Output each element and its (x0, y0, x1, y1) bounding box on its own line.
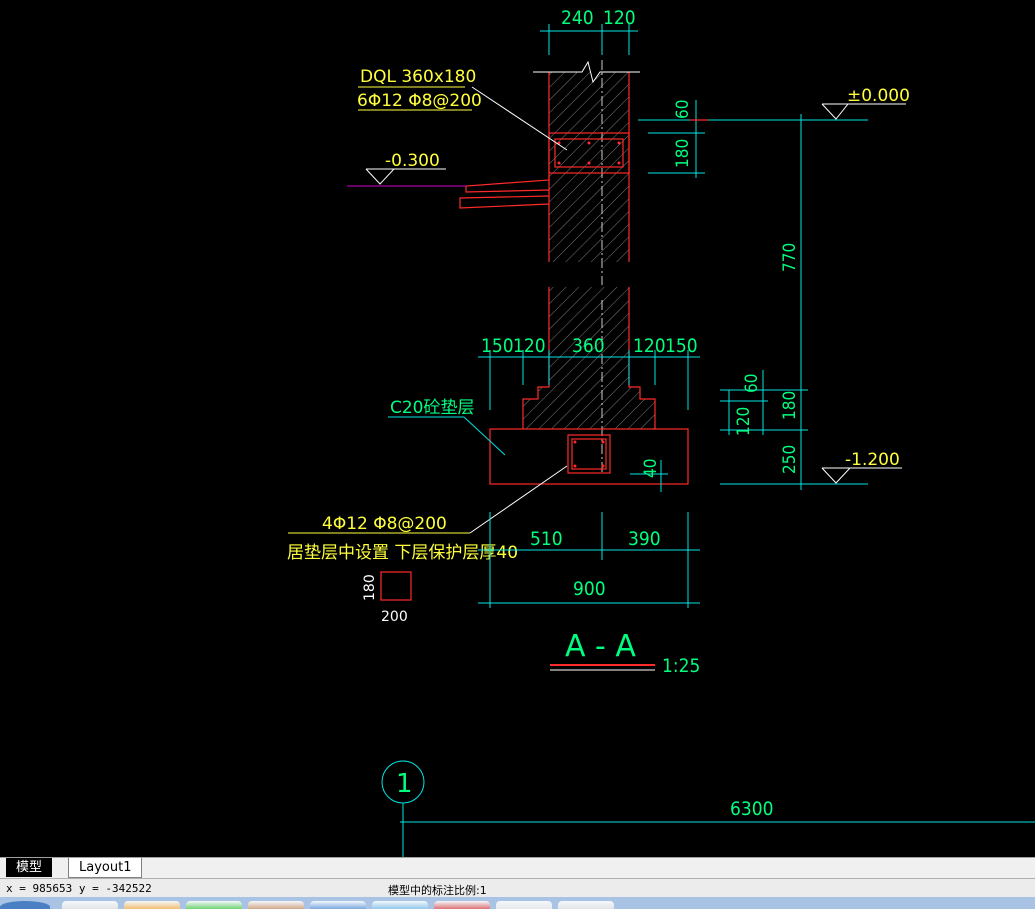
taskbar-button[interactable] (186, 901, 242, 909)
taskbar-button[interactable] (496, 901, 552, 909)
start-button[interactable] (0, 901, 50, 909)
section-scale: 1:25 (662, 655, 700, 677)
section-title-text: A - A (565, 629, 636, 664)
section-title: A - A 1:25 (550, 629, 700, 677)
dim-120a: 120 (513, 335, 546, 357)
taskbar-button[interactable] (62, 901, 118, 909)
dim-60b: 60 (742, 374, 762, 393)
elev-bottom: -1.200 (845, 450, 900, 470)
small-200: 200 (381, 609, 408, 625)
dim-770: 770 (780, 243, 800, 272)
footing-rebar-annotation: 4Φ12 Φ8@200 居垫层中设置 下层保护层厚40 (287, 465, 568, 563)
taskbar-button[interactable] (310, 901, 366, 909)
dim-900: 900 (573, 578, 606, 600)
coordinate-readout: x = 985653 y = -342522 (6, 882, 152, 895)
dim-150b: 150 (665, 335, 698, 357)
beam-label: DQL 360x180 (360, 67, 476, 87)
tab-layout1[interactable]: Layout1 (68, 858, 143, 878)
dim-180: 180 (673, 139, 693, 168)
dim-120v: 120 (734, 407, 754, 436)
taskbar-button[interactable] (558, 901, 614, 909)
dim-510: 510 (530, 528, 563, 550)
small-180: 180 (362, 574, 378, 601)
cover-dimension: 40 (630, 459, 668, 492)
floor-slab (347, 174, 550, 209)
dim-180b: 180 (780, 391, 800, 420)
taskbar (0, 897, 1035, 909)
dim-120: 120 (603, 7, 636, 29)
layout-tabs: 模型 Layout1 (0, 857, 1035, 879)
rebar2-label: 4Φ12 Φ8@200 (322, 514, 447, 534)
dim-240: 240 (561, 7, 594, 29)
dim-40: 40 (641, 459, 661, 478)
grid-axis: 1 6300 (381, 760, 1035, 857)
rebar2-note: 居垫层中设置 下层保护层厚40 (287, 543, 518, 563)
drawing-canvas[interactable]: 240 120 60 180 770 60 120 180 250 ±0.000… (0, 0, 1035, 857)
grid-dim: 6300 (730, 798, 774, 820)
dim-60: 60 (673, 100, 693, 119)
taskbar-button[interactable] (434, 901, 490, 909)
beam-rebar: 6Φ12 Φ8@200 (357, 91, 482, 111)
status-bar: x = 985653 y = -342522 模型中的标注比例:1 (0, 878, 1035, 898)
right-dimensions: 60 180 770 60 120 180 250 (638, 100, 868, 490)
taskbar-button[interactable] (124, 901, 180, 909)
tab-model[interactable]: 模型 (6, 858, 53, 877)
taskbar-button[interactable] (372, 901, 428, 909)
elev-ground: -0.300 (385, 151, 440, 171)
annotation-scale[interactable]: 模型中的标注比例:1 (388, 882, 487, 898)
c20-label: C20砼垫层 (390, 398, 475, 418)
dim-150a: 150 (481, 335, 514, 357)
lower-wall (522, 287, 656, 475)
top-dimensions: 240 120 (540, 7, 638, 55)
dim-250: 250 (780, 445, 800, 474)
dim-390: 390 (628, 528, 661, 550)
taskbar-button[interactable] (248, 901, 304, 909)
elev-0: ±0.000 (847, 86, 910, 106)
dim-120b: 120 (633, 335, 666, 357)
grid-bubble-label: 1 (396, 769, 413, 799)
beam-annotation: DQL 360x180 6Φ12 Φ8@200 (357, 67, 568, 151)
dim-360: 360 (572, 335, 605, 357)
small-section: 180 200 (362, 571, 412, 625)
c20-annotation: C20砼垫层 (388, 398, 506, 456)
